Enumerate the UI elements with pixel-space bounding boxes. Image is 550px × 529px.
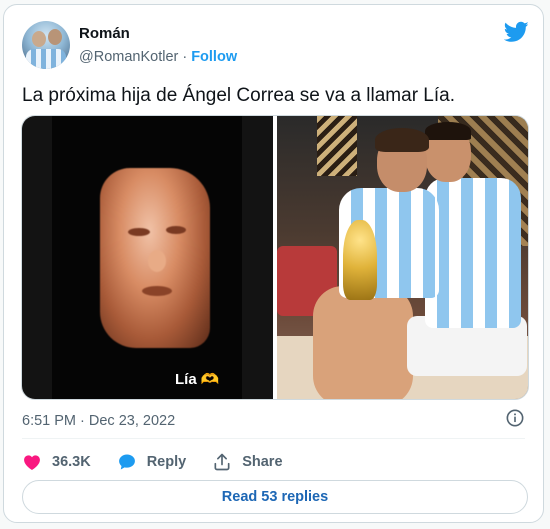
share-button[interactable]: Share: [212, 452, 283, 472]
overlay-text: Lía: [175, 371, 197, 388]
read-replies-button[interactable]: Read 53 replies: [22, 480, 528, 514]
info-icon[interactable]: [506, 409, 524, 427]
heart-icon: [24, 455, 40, 470]
image-overlay-label: Lía 🫶: [175, 370, 219, 388]
media-grid: Lía 🫶: [21, 115, 529, 400]
tweet-timestamp[interactable]: 6:51 PM · Dec 23, 2022: [22, 413, 175, 429]
ultrasound-image[interactable]: Lía 🫶: [22, 116, 273, 399]
author-handle[interactable]: @RomanKotler: [79, 49, 178, 65]
share-upload-icon: [214, 453, 230, 471]
tweet-text: La próxima hija de Ángel Correa se va a …: [22, 85, 456, 106]
players-photo[interactable]: [277, 116, 528, 399]
heart-hands-icon: 🫶: [200, 371, 220, 388]
speech-bubble-icon: [118, 454, 135, 470]
avatar[interactable]: [22, 21, 70, 69]
separator: ·: [182, 49, 188, 65]
trophy: [343, 220, 377, 300]
like-button[interactable]: 36.3K: [22, 452, 91, 472]
follow-button[interactable]: Follow: [191, 49, 237, 65]
like-count: 36.3K: [52, 454, 91, 470]
author-handle-row: @RomanKotler · Follow: [79, 49, 237, 65]
share-label: Share: [242, 454, 283, 470]
author-name[interactable]: Román: [79, 25, 130, 42]
tweet-card: Román @RomanKotler · Follow La próxima hij…: [3, 4, 544, 523]
twitter-bird-icon[interactable]: [504, 21, 529, 43]
action-bar: 36.3K Reply Share: [22, 450, 309, 474]
divider: [22, 438, 525, 439]
reply-button[interactable]: Reply: [117, 452, 187, 472]
ultrasound-face: [100, 168, 210, 348]
reply-label: Reply: [146, 454, 187, 470]
